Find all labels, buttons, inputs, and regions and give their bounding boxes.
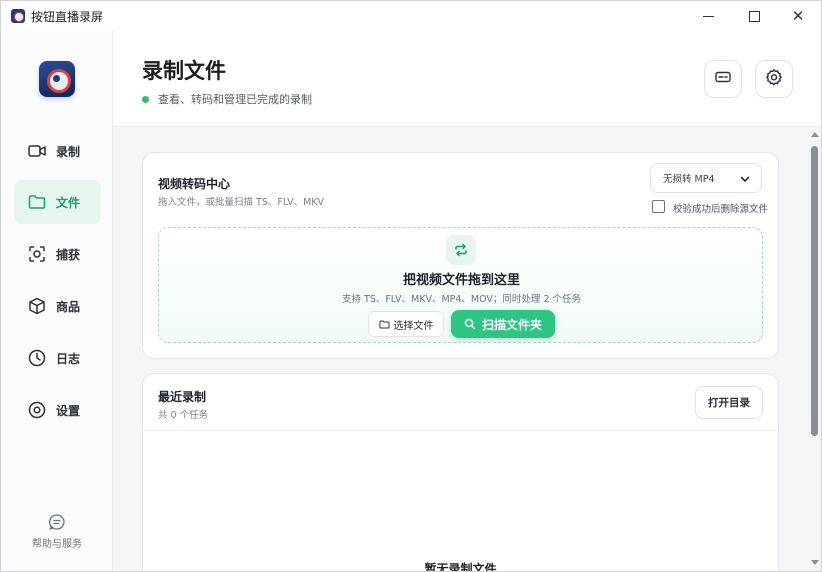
format-select[interactable]: 无损转 MP4: [650, 163, 762, 193]
sidebar-item-capture[interactable]: 捕获: [14, 232, 101, 276]
box-icon: [27, 296, 47, 316]
chat-bubble-icon: [48, 513, 66, 531]
scan-folder-button[interactable]: 扫描文件夹: [451, 310, 555, 338]
video-camera-icon: [27, 141, 47, 161]
delete-source-checkbox[interactable]: [652, 200, 665, 213]
sidebar-item-label: 日志: [56, 351, 81, 366]
transcode-subtitle: 拖入文件，或批量扫描 TS、FLV、MKV: [158, 197, 324, 208]
scan-folder-label: 扫描文件夹: [481, 317, 542, 332]
choose-file-label: 选择文件: [393, 320, 434, 332]
main-content: 录制文件 查看、转码和管理已完成的录制 视频转码中心 拖入文件，或批量扫描 TS…: [113, 31, 821, 571]
close-button[interactable]: ✕: [775, 1, 821, 31]
recent-recordings-card: 最近录制 共 0 个任务 打开目录 暂无录制文件: [142, 373, 779, 572]
maximize-button[interactable]: [731, 1, 777, 31]
sidebar-item-record[interactable]: 录制: [14, 129, 101, 173]
sidebar-item-products[interactable]: 商品: [14, 284, 101, 328]
gear-icon: [765, 68, 783, 90]
transcode-title: 视频转码中心: [158, 177, 231, 191]
empty-state-text: 暂无录制文件: [424, 562, 497, 572]
recent-recordings-header: 最近录制 共 0 个任务 打开目录: [143, 374, 778, 431]
sidebar-item-label: 设置: [56, 403, 81, 418]
folder-icon: [379, 319, 390, 330]
open-directory-button[interactable]: 打开目录: [695, 386, 763, 419]
header-settings-button[interactable]: [755, 60, 793, 98]
recent-count: 共 0 个任务: [158, 410, 209, 421]
scrollbar-thumb[interactable]: [811, 146, 818, 436]
delete-source-label: 校验成功后删除源文件: [673, 204, 769, 215]
sidebar-item-logs[interactable]: 日志: [14, 336, 101, 380]
maximize-icon: [748, 10, 760, 22]
status-dot: [142, 95, 149, 103]
minimize-icon: [702, 15, 714, 17]
dropzone-title: 把视频文件拖到这里: [402, 273, 520, 288]
sidebar: 录制 文件 捕获 商品 日志 设置 帮助与服务: [1, 31, 113, 571]
search-icon: [464, 318, 476, 330]
sidebar-item-label: 捕获: [56, 247, 81, 262]
close-icon: ✕: [791, 6, 805, 25]
page-title: 录制文件: [142, 59, 226, 83]
page-header: 录制文件 查看、转码和管理已完成的录制: [113, 31, 821, 127]
app-logo: [39, 61, 75, 97]
convert-icon: [446, 235, 476, 265]
window-title: 按钮直播录屏: [31, 10, 104, 24]
title-bar: 按钮直播录屏 ✕: [1, 1, 821, 31]
app-icon: [11, 9, 25, 23]
sidebar-item-settings[interactable]: 设置: [14, 388, 101, 432]
clock-icon: [27, 348, 47, 368]
help-label: 帮助与服务: [32, 539, 82, 550]
sidebar-item-label: 文件: [56, 195, 81, 210]
subtitle-icon: [714, 68, 732, 90]
subtitle-toggle-button[interactable]: [704, 60, 742, 98]
sidebar-item-files[interactable]: 文件: [14, 180, 101, 224]
vertical-scrollbar[interactable]: [808, 128, 821, 571]
recent-title: 最近录制: [158, 390, 207, 404]
gear-icon: [27, 400, 47, 420]
app-window: 按钮直播录屏 ✕ 录制 文件 捕获 商品 日志 设置 帮助与服务 录制文件 查看…: [0, 0, 822, 572]
page-subtitle: 查看、转码和管理已完成的录制: [142, 91, 312, 107]
sidebar-item-label: 录制: [56, 144, 81, 159]
minimize-button[interactable]: [685, 1, 731, 31]
dropzone-subtitle: 支持 TS、FLV、MKV、MP4、MOV；同时处理 2 个任务: [341, 294, 582, 305]
help-service-button[interactable]: 帮助与服务: [1, 513, 113, 550]
scroll-up-icon[interactable]: [811, 132, 819, 137]
page-subtitle-text: 查看、转码和管理已完成的录制: [158, 93, 312, 106]
chevron-down-icon: [739, 173, 751, 185]
folder-icon: [27, 192, 47, 212]
sidebar-item-label: 商品: [56, 299, 81, 314]
transcode-card: 视频转码中心 拖入文件，或批量扫描 TS、FLV、MKV 无损转 MP4 校验成…: [142, 152, 779, 359]
scroll-down-icon[interactable]: [811, 560, 819, 565]
scan-capture-icon: [27, 244, 47, 264]
format-select-value: 无损转 MP4: [663, 174, 715, 185]
file-dropzone[interactable]: 把视频文件拖到这里 支持 TS、FLV、MKV、MP4、MOV；同时处理 2 个…: [158, 227, 763, 343]
choose-file-button[interactable]: 选择文件: [368, 311, 444, 337]
